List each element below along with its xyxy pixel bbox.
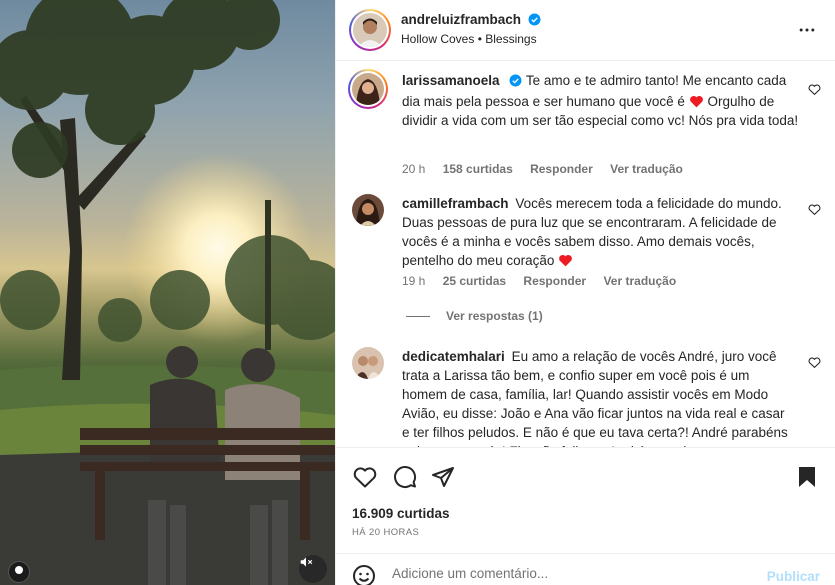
add-comment-bar: Publicar [336,553,835,585]
post-side-panel: andreluizframbach Hollow Coves • Blessin… [335,0,835,585]
reply-button[interactable]: Responder [523,274,586,288]
mute-button[interactable] [299,555,327,583]
view-replies-label: Ver respostas (1) [446,309,543,323]
tagged-user-avatar[interactable] [8,561,30,583]
emoji-icon[interactable] [352,564,376,585]
comment-like-icon[interactable] [808,203,822,217]
commenter-avatar[interactable] [348,69,388,109]
sunset-park-scene [0,0,335,585]
share-icon[interactable] [430,464,456,490]
verified-icon [528,13,541,31]
comment-input[interactable] [392,566,752,581]
commenter-username[interactable]: dedicatemhalari [402,349,505,364]
post-timestamp: HÁ 20 HORAS [352,527,420,538]
translate-button[interactable]: Ver tradução [603,274,676,288]
comments-list[interactable]: larissamanoela Te amo e te admiro tanto!… [336,61,835,447]
bookmark-icon[interactable] [794,464,820,490]
commenter-username[interactable]: camilleframbach [402,196,509,211]
publish-button[interactable]: Publicar [767,569,820,584]
post-photo[interactable] [0,0,335,585]
translate-button[interactable]: Ver tradução [610,162,683,176]
replies-divider [406,316,430,318]
audio-track-link[interactable]: Hollow Coves • Blessings [401,32,537,46]
heart-emoji-icon [689,94,704,109]
view-replies-button[interactable]: Ver respostas (1) [406,309,543,323]
heart-emoji-icon [558,253,573,268]
comment-like-icon[interactable] [808,83,822,97]
commenter-avatar[interactable] [352,194,384,226]
comment-likes[interactable]: 158 curtidas [443,162,513,176]
post-actions-bar [336,447,835,503]
comment-icon[interactable] [392,464,418,490]
likes-count[interactable]: 16.909 curtidas [352,506,450,521]
comment-time: 19 h [402,274,426,288]
verified-icon [509,73,522,92]
post-header: andreluizframbach Hollow Coves • Blessin… [336,0,835,61]
more-options-icon[interactable] [797,20,817,40]
comment-time: 20 h [402,162,426,176]
commenter-avatar[interactable] [352,347,384,379]
heart-icon[interactable] [352,464,378,490]
comment-like-icon[interactable] [808,356,822,370]
reply-button[interactable]: Responder [530,162,593,176]
commenter-username[interactable]: larissamanoela [402,73,500,88]
comment-likes[interactable]: 25 curtidas [443,274,506,288]
author-avatar[interactable] [349,9,391,51]
author-username[interactable]: andreluizframbach [401,12,521,27]
